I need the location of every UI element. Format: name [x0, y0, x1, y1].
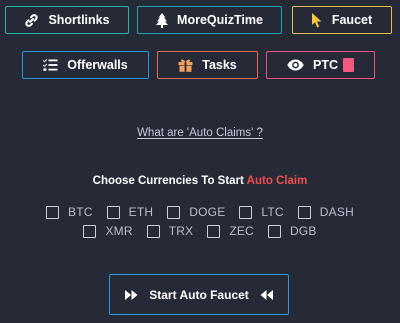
auto-claim-page: Shortlinks MoreQuizTime Faucet Offerwall…	[0, 0, 400, 323]
offerwalls-label: Offerwalls	[67, 58, 128, 72]
xmr-label: XMR	[105, 224, 133, 238]
offerwalls-button[interactable]: Offerwalls	[22, 51, 149, 79]
xmr-checkbox[interactable]	[83, 224, 97, 238]
currency-row-1: BTC ETH DOGE LTC DASH	[0, 205, 400, 219]
auto-claim-info: What are 'Auto Claims' ?	[0, 127, 400, 139]
currency-row-2: XMR TRX ZEC DGB	[0, 224, 400, 238]
eth-checkbox[interactable]	[106, 205, 120, 219]
ptc-label: PTC	[313, 58, 338, 72]
ptc-button[interactable]: PTC	[266, 51, 375, 79]
eth-label: ETH	[128, 205, 154, 219]
auto-claims-info-link[interactable]: What are 'Auto Claims' ?	[137, 127, 263, 139]
shortlinks-label: Shortlinks	[48, 13, 110, 27]
dash-label: DASH	[319, 205, 354, 219]
list-check-icon	[43, 59, 58, 71]
choose-currencies-heading: Choose Currencies To Start Auto Claim	[0, 175, 400, 187]
currency-eth[interactable]: ETH	[106, 205, 154, 219]
currency-xmr[interactable]: XMR	[83, 224, 133, 238]
ltc-checkbox[interactable]	[239, 205, 253, 219]
start-auto-faucet-button[interactable]: Start Auto Faucet	[109, 274, 289, 315]
auto-claim-accent: Auto Claim	[246, 175, 308, 187]
tasks-button[interactable]: Tasks	[157, 51, 258, 79]
faucet-button[interactable]: Faucet	[292, 6, 392, 34]
tree-icon	[156, 12, 169, 28]
gift-icon	[178, 59, 193, 72]
choose-currencies-prefix: Choose Currencies To Start	[92, 175, 247, 187]
link-icon	[25, 13, 39, 27]
currency-zec[interactable]: ZEC	[207, 224, 254, 238]
faucet-label: Faucet	[331, 13, 373, 27]
morequiztime-button[interactable]: MoreQuizTime	[137, 6, 282, 34]
btc-label: BTC	[68, 205, 93, 219]
morequiztime-label: MoreQuizTime	[177, 13, 263, 27]
cursor-icon	[311, 12, 322, 27]
currency-dash[interactable]: DASH	[297, 205, 354, 219]
ltc-label: LTC	[261, 205, 284, 219]
dash-checkbox[interactable]	[297, 205, 311, 219]
trx-label: TRX	[168, 224, 194, 238]
ptc-badge	[343, 58, 354, 72]
dgb-label: DGB	[289, 224, 317, 238]
tasks-label: Tasks	[202, 58, 237, 72]
eye-icon	[287, 59, 304, 71]
zec-label: ZEC	[229, 224, 254, 238]
currency-trx[interactable]: TRX	[146, 224, 194, 238]
start-auto-faucet-label: Start Auto Faucet	[149, 287, 249, 302]
currency-doge[interactable]: DOGE	[167, 205, 225, 219]
zec-checkbox[interactable]	[207, 224, 221, 238]
fast-backward-icon	[260, 289, 273, 300]
trx-checkbox[interactable]	[146, 224, 160, 238]
currency-dgb[interactable]: DGB	[267, 224, 317, 238]
fast-forward-icon	[125, 289, 138, 300]
dgb-checkbox[interactable]	[267, 224, 281, 238]
currency-ltc[interactable]: LTC	[239, 205, 284, 219]
currency-btc[interactable]: BTC	[46, 205, 93, 219]
doge-label: DOGE	[189, 205, 226, 219]
btc-checkbox[interactable]	[46, 205, 60, 219]
shortlinks-button[interactable]: Shortlinks	[5, 6, 129, 34]
doge-checkbox[interactable]	[167, 205, 181, 219]
